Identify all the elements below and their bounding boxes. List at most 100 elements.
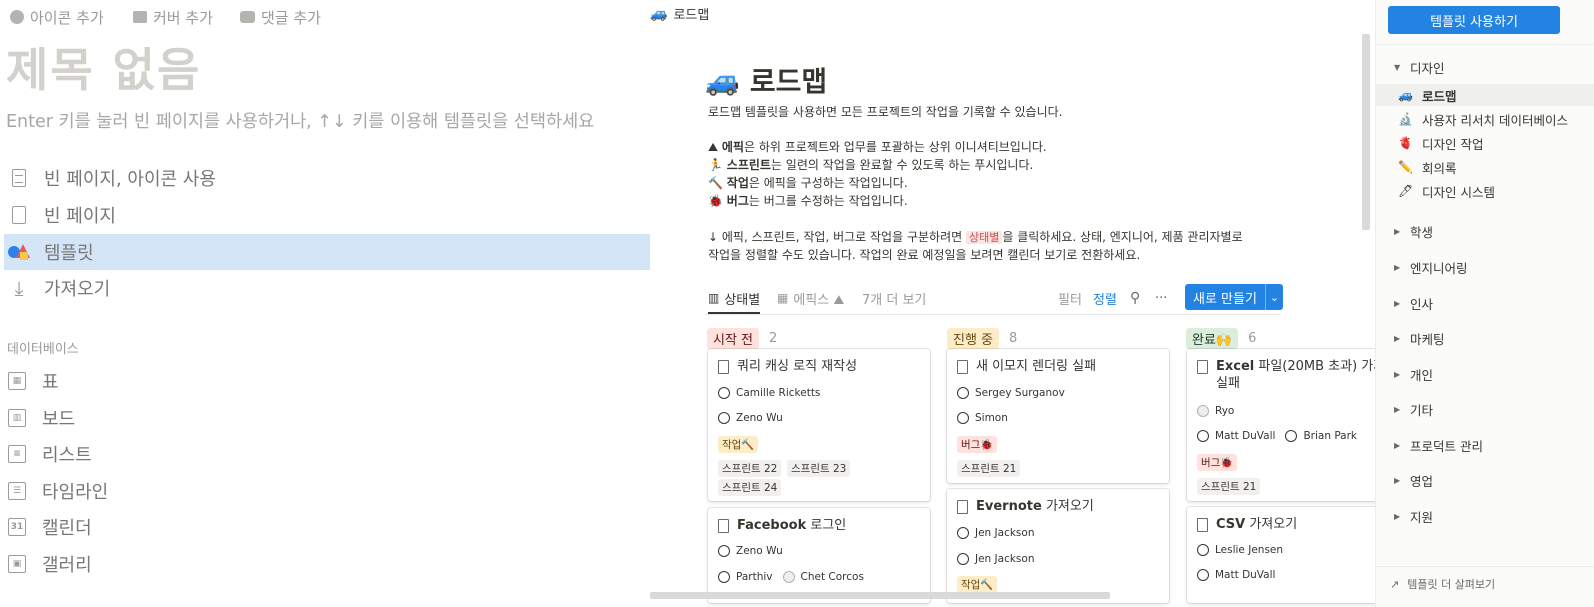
divider [1376,44,1594,45]
sprint-tag: 스프린트 22 [718,460,782,477]
template-item-design-tasks[interactable]: 🫀 디자인 작업 [1376,132,1594,154]
category-label: 인사 [1410,297,1434,312]
avatar [1197,430,1209,442]
template-item-roadmap[interactable]: 🚙 로드맵 [1376,84,1594,106]
category-support[interactable]: ▶ 지원 [1394,507,1433,526]
preview-title: 🚙 로드맵 [705,60,827,100]
add-cover-label: 커버 추가 [153,8,213,27]
board-card[interactable]: 쿼리 캐싱 로직 재작성 Camille Ricketts Zeno Wu 작업… [708,349,930,501]
category-personal[interactable]: ▶ 개인 [1394,365,1433,384]
triangle-right-icon: ▶ [1394,476,1401,485]
card-title: 쿼리 캐싱 로직 재작성 [718,358,857,375]
person: Leslie Jensen [1197,544,1283,556]
option-blank-page[interactable]: 빈 페이지 [4,197,650,233]
category-product[interactable]: ▶ 프로덕트 관리 [1394,436,1483,455]
avatar [782,571,795,583]
add-comment-button[interactable]: 댓글 추가 [240,6,321,28]
board-card[interactable]: CSV 가져오기 Leslie Jensen Matt DuVall [1187,507,1375,603]
template-item-label: 사용자 리서치 데이터베이스 [1422,112,1568,128]
person: Matt DuVall [1197,569,1275,581]
card-title-bold: CSV [1216,517,1246,532]
avatar [957,387,969,399]
category-label: 프로덕트 관리 [1410,439,1483,454]
option-label: 템플릿 [44,243,94,264]
document-icon [957,360,968,374]
more-options-icon[interactable]: ··· [1155,284,1167,312]
option-blank-with-icon[interactable]: 빈 페이지, 아이콘 사용 [4,160,650,196]
avatar [1197,569,1209,581]
triangle-right-icon: ▶ [1394,227,1401,236]
category-marketing[interactable]: ▶ 마케팅 [1394,329,1445,348]
db-label: 리스트 [42,445,92,466]
def-term: 에픽 [721,140,745,154]
category-sales[interactable]: ▶ 영업 [1394,471,1433,490]
search-icon[interactable]: ⚲ [1130,284,1140,312]
category-other[interactable]: ▶ 기타 [1394,400,1433,419]
person: Parthiv Chet Corcos [718,571,864,583]
board-card[interactable]: Evernote 가져오기 Jen Jackson Jen Jackson 작업… [947,489,1169,603]
microscope-icon: 🔬 [1398,112,1413,126]
tab-label: 상태별 [724,292,761,308]
vertical-scrollbar[interactable] [1362,34,1370,230]
db-list[interactable]: ≡ 리스트 [4,437,92,471]
chevron-down-icon[interactable]: ⌄ [1265,284,1283,310]
pen-icon: 🖊 [1398,184,1414,198]
board-card[interactable]: Facebook 로그인 Zeno Wu Parthiv Chet Corcos [708,508,930,603]
type-tag: 버그🐞 [1197,454,1238,471]
new-button[interactable]: 새로 만들기 ⌄ [1185,284,1283,310]
tab-epics[interactable]: ▦ 에픽스 ⛰ [777,284,844,312]
board-card[interactable]: 새 이모지 렌더링 실패 Sergey Surganov Simon 버그🐞 스… [947,349,1169,483]
horizontal-scrollbar[interactable] [650,592,1110,599]
arrow-up-right-icon: ↗ [1390,577,1400,591]
db-calendar[interactable]: 31 캘린더 [4,510,92,544]
timeline-icon: ☰ [8,482,26,500]
category-label: 디자인 [1410,61,1445,76]
add-cover-button[interactable]: 커버 추가 [133,6,213,28]
option-label: 빈 페이지 [44,206,116,227]
board-icon: ▥ [8,409,26,427]
template-item-user-research[interactable]: 🔬 사용자 리서치 데이터베이스 [1376,108,1594,130]
def-task: 🔨 작업은 에픽을 구성하는 작업입니다. [708,174,908,191]
list-icon: ≡ [8,445,26,463]
db-timeline[interactable]: ☰ 타임라인 [4,474,108,508]
template-item-design-system[interactable]: 🖊 디자인 시스템 [1376,180,1594,202]
person-name: Brian Park [1303,430,1358,442]
more-templates-link[interactable]: ↗ 템플릿 더 살펴보기 [1390,576,1495,592]
category-label: 엔지니어링 [1410,261,1468,276]
board-card[interactable]: Excel 파일(20MB 초과) 가져오기실패 Ryo Matt DuVall… [1187,349,1375,501]
template-item-label: 로드맵 [1422,88,1457,104]
category-student[interactable]: ▶ 학생 [1394,222,1433,241]
category-label: 학생 [1410,225,1434,240]
option-import[interactable]: ⤓ 가져오기 [4,270,650,306]
more-templates-label: 템플릿 더 살펴보기 [1407,578,1496,591]
car-icon: 🚙 [705,63,740,97]
category-label: 기타 [1410,403,1434,418]
category-design[interactable]: ▼ 디자인 [1394,58,1445,77]
person: Jen Jackson [957,527,1034,539]
db-board[interactable]: ▥ 보드 [4,401,75,435]
option-templates[interactable]: 템플릿 [4,234,650,270]
person-name: Ryo [1215,405,1235,417]
category-label: 지원 [1410,510,1434,525]
db-gallery[interactable]: ▣ 갤러리 [4,547,92,581]
add-icon-button[interactable]: 아이콘 추가 [10,6,104,28]
page-title-input[interactable]: 제목 없음 [6,34,201,100]
tab-status[interactable]: ▥ 상태별 [708,284,761,314]
def-text: 은 에픽을 구성하는 작업입니다. [748,176,908,190]
avatar [1197,405,1209,417]
card-title-bold: Excel [1216,359,1255,374]
category-engineering[interactable]: ▶ 엔지니어링 [1394,258,1468,277]
db-table[interactable]: ▦ 표 [4,364,59,398]
category-hr[interactable]: ▶ 인사 [1394,294,1433,313]
more-views-button[interactable]: 7개 더 보기 [862,284,926,312]
template-item-label: 디자인 시스템 [1422,184,1495,200]
person: Jen Jackson [957,553,1034,565]
image-icon [133,11,147,23]
table-icon: ▦ [777,291,789,305]
template-item-label: 디자인 작업 [1422,136,1484,152]
use-template-button[interactable]: 템플릿 사용하기 [1388,6,1560,34]
person-name: Sergey Surganov [975,387,1065,399]
sort-button[interactable]: 정렬 [1093,284,1117,312]
filter-button[interactable]: 필터 [1058,284,1082,312]
template-item-meeting-notes[interactable]: ✏️ 회의록 [1376,156,1594,178]
